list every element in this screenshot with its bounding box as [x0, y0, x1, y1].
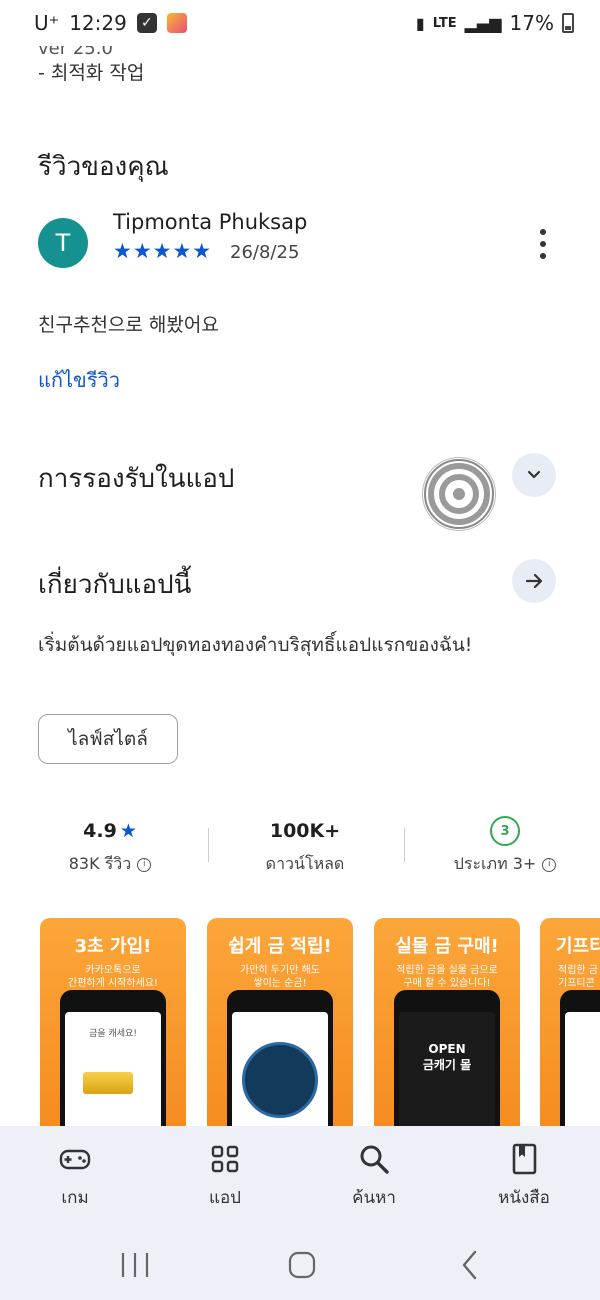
arrow-right-icon — [525, 573, 543, 589]
star-icon: ★ — [119, 820, 137, 842]
age-rating-badge: 3 — [490, 816, 520, 846]
phone-screen: 금을 캐세요! — [65, 1012, 161, 1126]
app-details-scroll[interactable]: ver 25.0 - 최적화 작업 รีวิวของคุณ T Tipmonta… — [0, 46, 600, 1126]
screenshot-headline: 기프티 — [556, 936, 600, 957]
screenshot-thumbnail[interactable]: 실물 금 구매! 적립한 금을 실물 금으로 구매 할 수 있습니다! OPEN… — [374, 918, 520, 1126]
battery-icon — [562, 13, 574, 33]
bottom-navigation: เกม แอป ค้นหา หนังสือ — [0, 1126, 600, 1231]
avatar: T — [38, 218, 88, 268]
rating-value: 4.9 — [83, 820, 117, 842]
nav-search-label: ค้นหา — [352, 1188, 396, 1208]
nav-apps[interactable]: แอป — [170, 1142, 280, 1211]
clock: 12:29 — [69, 11, 127, 35]
chevron-down-icon — [527, 470, 541, 479]
edit-review-link[interactable]: แก้ไขรีวิว — [38, 364, 120, 396]
checkbox-notification-icon: ✓ — [136, 13, 157, 33]
screenshot-subtext: 가만히 두기만 해도 쌓이는 순금! — [240, 965, 320, 989]
carrier-label: U⁺ — [34, 11, 60, 35]
gold-coin-icon — [242, 1042, 318, 1118]
nav-apps-label: แอป — [209, 1188, 241, 1208]
info-icon: i — [542, 857, 557, 872]
signal-icon: ▂▄▆ — [464, 13, 502, 33]
in-app-support-heading[interactable]: การรองรับในแอป — [38, 458, 234, 499]
about-app-heading[interactable]: เกี่ยวกับแอปนี้ — [38, 564, 191, 605]
phone-mockup — [560, 990, 600, 1126]
nav-books-label: หนังสือ — [498, 1188, 550, 1208]
dot-icon — [540, 253, 546, 259]
reviews-count: 83K รีวิว — [68, 854, 132, 873]
review-text: 친구추천으로 해봤어요 — [38, 314, 219, 336]
lock-icon: ▮ — [415, 13, 425, 33]
screenshot-carousel[interactable]: 3초 가입! 카카오톡으로 간편하게 시작하세요! 금을 캐세요! 쉽게 금 적… — [40, 918, 600, 1126]
phone-mockup: OPEN 금캐기 몰 — [394, 990, 500, 1126]
divider — [208, 828, 209, 862]
screen-text: OPEN 금캐기 몰 — [422, 1042, 472, 1072]
downloads-label: ดาวน์โหลด — [265, 854, 345, 873]
app-notification-icon — [166, 13, 187, 33]
phone-mockup — [227, 990, 333, 1126]
downloads-stat: 100K+ ดาวน์โหลด — [235, 816, 375, 877]
reviewer-name: Tipmonta Phuksap — [113, 210, 308, 234]
screenshot-subtext: 카카오톡으로 간편하게 시작하세요! — [68, 965, 158, 989]
update-note: - 최적화 작업 — [38, 62, 145, 84]
nav-games[interactable]: เกม — [20, 1142, 130, 1211]
screenshot-thumbnail[interactable]: 3초 가입! 카카오톡으로 간편하게 시작하세요! 금을 캐세요! — [40, 918, 186, 1126]
info-icon: i — [137, 857, 152, 872]
category-chip[interactable]: ไลฟ์สไตล์ — [38, 714, 178, 764]
search-icon — [360, 1145, 389, 1174]
network-type: LTE — [432, 15, 457, 31]
gold-bar-icon — [83, 1072, 133, 1094]
home-icon[interactable] — [282, 1247, 322, 1283]
system-navigation-bar — [0, 1231, 600, 1300]
status-bar: U⁺ 12:29 ✓ ▮ LTE ▂▄▆ 17% — [0, 0, 600, 46]
more-options-button[interactable] — [533, 229, 553, 259]
review-date: 26/8/25 — [230, 242, 300, 263]
screenshot-headline: 쉽게 금 적립! — [228, 936, 332, 957]
downloads-value: 100K+ — [269, 820, 341, 842]
rating-stat[interactable]: 4.9 ★ 83K รีวิว i — [40, 816, 180, 877]
screenshot-thumbnail[interactable]: 쉽게 금 적립! 가만히 두기만 해도 쌓이는 순금! — [207, 918, 353, 1126]
divider — [404, 828, 405, 862]
rating-stars: ★★★★★ — [113, 239, 213, 263]
apps-grid-icon — [211, 1145, 239, 1173]
phone-screen — [565, 1012, 600, 1126]
content-rating-stat[interactable]: 3 ประเภท 3+ i — [430, 816, 580, 877]
dot-icon — [540, 241, 546, 247]
screenshot-headline: 실물 금 구매! — [395, 936, 499, 957]
phone-mockup: 금을 캐세요! — [60, 990, 166, 1126]
dot-icon — [540, 229, 546, 235]
screenshot-subtext: 적립한 금을 실물 금으로 구매 할 수 있습니다! — [396, 965, 498, 989]
back-icon[interactable] — [450, 1247, 490, 1283]
nav-games-label: เกม — [61, 1188, 89, 1208]
screenshot-subtext: 적립한 금 기프티콘 — [558, 965, 598, 989]
your-review-heading: รีวิวของคุณ — [38, 152, 169, 182]
expand-support-button[interactable] — [512, 453, 556, 497]
screenshot-headline: 3초 가입! — [74, 936, 152, 957]
screen-text: 금을 캐세요! — [89, 1029, 137, 1039]
about-description: เริ่มต้นด้วยแอปขุดทองทองคำบริสุทธิ์แอปแร… — [38, 634, 473, 656]
phone-screen — [232, 1012, 328, 1126]
age-rating-label: ประเภท 3+ — [453, 854, 537, 873]
about-app-button[interactable] — [512, 559, 556, 603]
nav-books[interactable]: หนังสือ — [469, 1142, 579, 1211]
screenshot-thumbnail[interactable]: 기프티 적립한 금 기프티콘 — [540, 918, 600, 1126]
book-icon — [512, 1143, 537, 1175]
nav-search[interactable]: ค้นหา — [319, 1142, 429, 1211]
target-icon — [423, 458, 495, 530]
recent-apps-icon[interactable] — [115, 1247, 155, 1283]
gamepad-icon — [59, 1149, 91, 1170]
phone-screen: OPEN 금캐기 몰 — [399, 1012, 495, 1126]
stats-row: 4.9 ★ 83K รีวิว i 100K+ ดาวน์โหลด 3 ประเ… — [0, 816, 600, 886]
battery-percent: 17% — [509, 11, 554, 35]
